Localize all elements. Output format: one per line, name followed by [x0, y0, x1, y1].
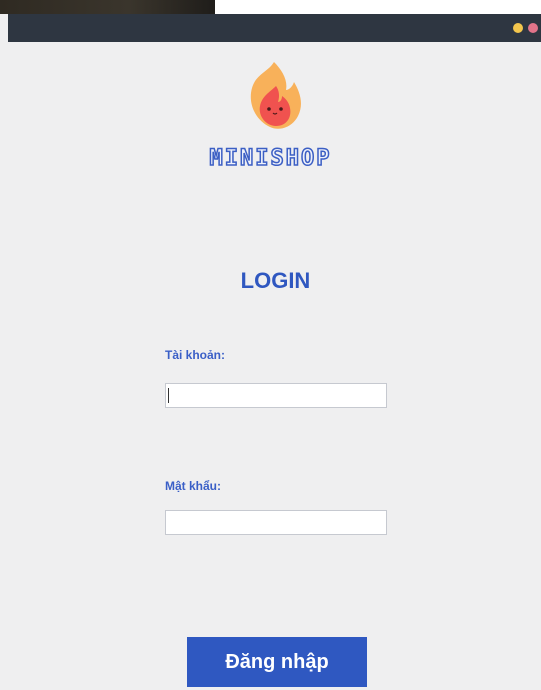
login-heading: LOGIN — [240, 268, 311, 293]
username-label: Tài khoản: — [165, 348, 226, 362]
background-photo-fragment — [0, 0, 215, 14]
username-input[interactable] — [165, 383, 387, 408]
password-label: Mật khẩu: — [165, 479, 222, 493]
background-strip — [0, 0, 541, 14]
brand-name: MINISHOP — [209, 145, 332, 172]
flame-mascot-icon — [250, 62, 301, 129]
window-titlebar — [8, 14, 541, 42]
minimize-dot-icon[interactable] — [513, 23, 523, 33]
login-window — [8, 42, 541, 690]
login-button[interactable]: Đăng nhập — [187, 637, 367, 687]
text-caret — [168, 388, 169, 403]
password-input[interactable] — [165, 510, 387, 535]
close-dot-icon[interactable] — [528, 23, 538, 33]
